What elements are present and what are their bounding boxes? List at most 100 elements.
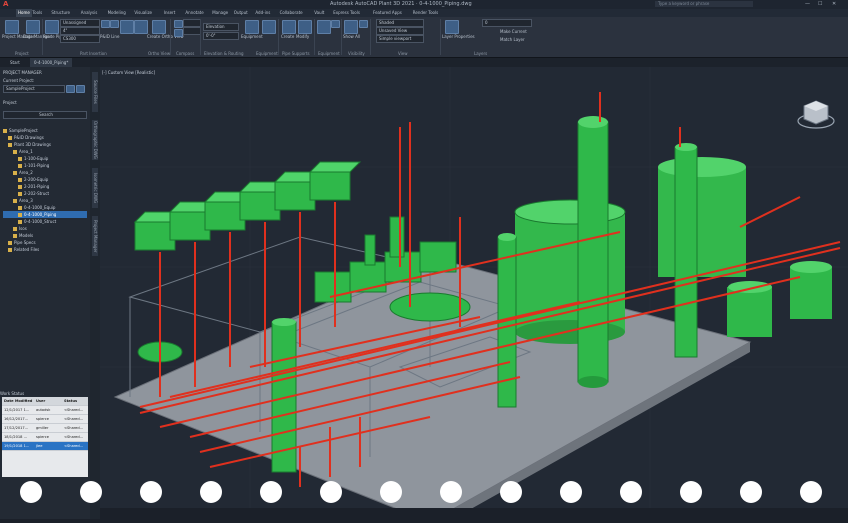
match-layer-button[interactable]: Match Layer [500, 37, 525, 42]
stub-icon[interactable] [134, 20, 148, 34]
search-input[interactable]: Type a keyword or phrase [655, 1, 753, 7]
plant-3d-model[interactable] [100, 67, 848, 523]
pipe-support-create-icon[interactable] [282, 20, 296, 34]
tree-item[interactable]: 0-4-1000_Struct [3, 218, 87, 225]
side-tab[interactable]: Source Files [92, 72, 98, 112]
viewport-label[interactable]: [-] Custom View [Realistic] [102, 70, 155, 75]
viewcube[interactable] [796, 95, 836, 135]
command-line[interactable] [100, 508, 848, 519]
pipe-support-modify-button[interactable]: Modify [296, 34, 309, 39]
column-header[interactable]: User [36, 397, 45, 405]
menu-tab-manage[interactable]: Manage [212, 9, 228, 17]
table-row[interactable]: 17/12/2017... gmiller <Shared... [2, 424, 88, 433]
route-pipe-icon[interactable] [45, 20, 59, 34]
layer-combo[interactable]: 0 [482, 19, 532, 27]
tree-item[interactable]: 0-4-1000_Piping [3, 211, 87, 218]
side-tab[interactable]: Isometric DWG [92, 168, 98, 208]
tree-item[interactable]: Isos [3, 225, 87, 232]
side-tab[interactable]: Orthographic DWG [92, 120, 98, 160]
column-header[interactable]: Date Modified [4, 397, 32, 405]
pid-line-icon[interactable] [101, 20, 110, 28]
menu-tab-collaborate[interactable]: Collaborate [280, 9, 303, 17]
close-button[interactable]: ✕ [832, 0, 836, 9]
line-icon[interactable] [120, 20, 134, 34]
tree-item[interactable]: Area_3 [3, 197, 87, 204]
tree-item[interactable]: Pipe Specs [3, 239, 87, 246]
attach-icon[interactable] [331, 20, 340, 28]
menu-tab-tools[interactable]: Tools [32, 9, 42, 17]
project-manager-icon[interactable] [5, 20, 19, 34]
equipment-button[interactable]: Equipment [241, 34, 263, 39]
elevation-combo[interactable]: Elevation [203, 23, 239, 31]
app-logo[interactable]: A [3, 0, 8, 9]
menu-tab-insert[interactable]: Insert [164, 9, 175, 17]
menu-tab-featured-apps[interactable]: Featured Apps [373, 9, 402, 17]
named-view-combo[interactable]: Unsaved View [376, 27, 424, 35]
menu-tab-home[interactable]: Home [16, 9, 32, 17]
equipment-create-icon[interactable] [262, 20, 276, 34]
tree-item[interactable]: 0-4-1000_Equip [3, 204, 87, 211]
equipment-icon[interactable] [245, 20, 259, 34]
diameter-combo[interactable]: 4" [60, 27, 100, 35]
table-row[interactable]: 18/1/2018 ... spierce <Shared... [2, 433, 88, 442]
tab-drawing[interactable]: 0-4-1000_Piping* [30, 58, 73, 67]
compass-toggle-icon[interactable] [174, 29, 183, 37]
menu-tab-analysis[interactable]: Analysis [81, 9, 97, 17]
tree-item[interactable]: 1-100-Equip [3, 155, 87, 162]
cut-plane-icon[interactable] [317, 20, 331, 34]
menu-tab-structure[interactable]: Structure [51, 9, 70, 17]
tree-item[interactable]: 1-101-Piping [3, 162, 87, 169]
current-project-select[interactable]: SampleProject [3, 85, 65, 93]
tree-item[interactable]: P&ID Drawings [3, 134, 87, 141]
viewport-config-combo[interactable]: Simple viewport [376, 35, 424, 43]
pipe-support-modify-icon[interactable] [298, 20, 312, 34]
layer-properties-button[interactable]: Layer Properties [442, 34, 475, 39]
column-header[interactable]: Status [64, 397, 77, 405]
menu-tab-add-ins[interactable]: Add-ins [255, 9, 270, 17]
menu-tab-render-tools[interactable]: Render Tools [413, 9, 438, 17]
tree-item[interactable]: 2-202-Struct [3, 190, 87, 197]
show-all-icon[interactable] [344, 20, 358, 34]
menu-tab-express-tools[interactable]: Express Tools [333, 9, 360, 17]
plant-line-icon[interactable] [110, 20, 119, 28]
compass-icon[interactable] [174, 20, 183, 28]
menu-tab-modeling[interactable]: Modeling [108, 9, 126, 17]
tree-item[interactable]: Plant 3D Drawings [3, 141, 87, 148]
spec-combo[interactable]: CS300 [60, 35, 100, 43]
project-open-icon[interactable] [66, 85, 75, 93]
tab-start[interactable]: Start [6, 58, 24, 67]
data-manager-icon[interactable] [26, 20, 40, 34]
tree-item[interactable]: Area_1 [3, 148, 87, 155]
menu-tab-output[interactable]: Output [234, 9, 248, 17]
pid-line-button[interactable]: P&ID Line [100, 34, 119, 39]
pipe-support-create-button[interactable]: Create [281, 34, 294, 39]
menu-tab-vault[interactable]: Vault [314, 9, 324, 17]
minimize-button[interactable]: — [805, 0, 810, 9]
menu-tab-visualize[interactable]: Visualize [134, 9, 152, 17]
visual-style-combo[interactable]: Shaded [376, 19, 424, 27]
elevation-value-combo[interactable]: 0'-0" [203, 32, 239, 40]
tree-item[interactable]: Area_2 [3, 169, 87, 176]
side-tab[interactable]: Project Manager [92, 216, 98, 256]
show-all-button[interactable]: Show All [343, 34, 360, 39]
project-search-input[interactable]: Search [3, 111, 87, 119]
tree-item[interactable]: SampleProject [3, 127, 87, 134]
layer-properties-icon[interactable] [445, 20, 459, 34]
size-combo[interactable]: Unassigned [60, 19, 100, 27]
tree-item[interactable]: 2-200-Equip [3, 176, 87, 183]
ortho-view-icon[interactable] [152, 20, 166, 34]
hide-icon[interactable] [359, 20, 368, 28]
tree-item[interactable]: 2-201-Piping [3, 183, 87, 190]
table-row[interactable]: 12/1/2017 1... autodsk <Shared... [2, 406, 88, 415]
tree-item[interactable]: Models [3, 232, 87, 239]
make-current-button[interactable]: Make Current [500, 29, 527, 34]
compass-angle-combo[interactable] [183, 19, 201, 27]
tree-item[interactable]: Related Files [3, 246, 87, 253]
compass-step-combo[interactable] [183, 27, 201, 35]
menu-tab-annotate[interactable]: Annotate [185, 9, 203, 17]
table-row[interactable]: 19/1/2018 1... jlee <Shared... [2, 442, 88, 451]
model-viewport[interactable] [100, 67, 848, 523]
table-row[interactable]: 16/12/2017... spierce <Shared... [2, 415, 88, 424]
maximize-button[interactable]: ☐ [818, 0, 822, 9]
project-settings-icon[interactable] [76, 85, 85, 93]
